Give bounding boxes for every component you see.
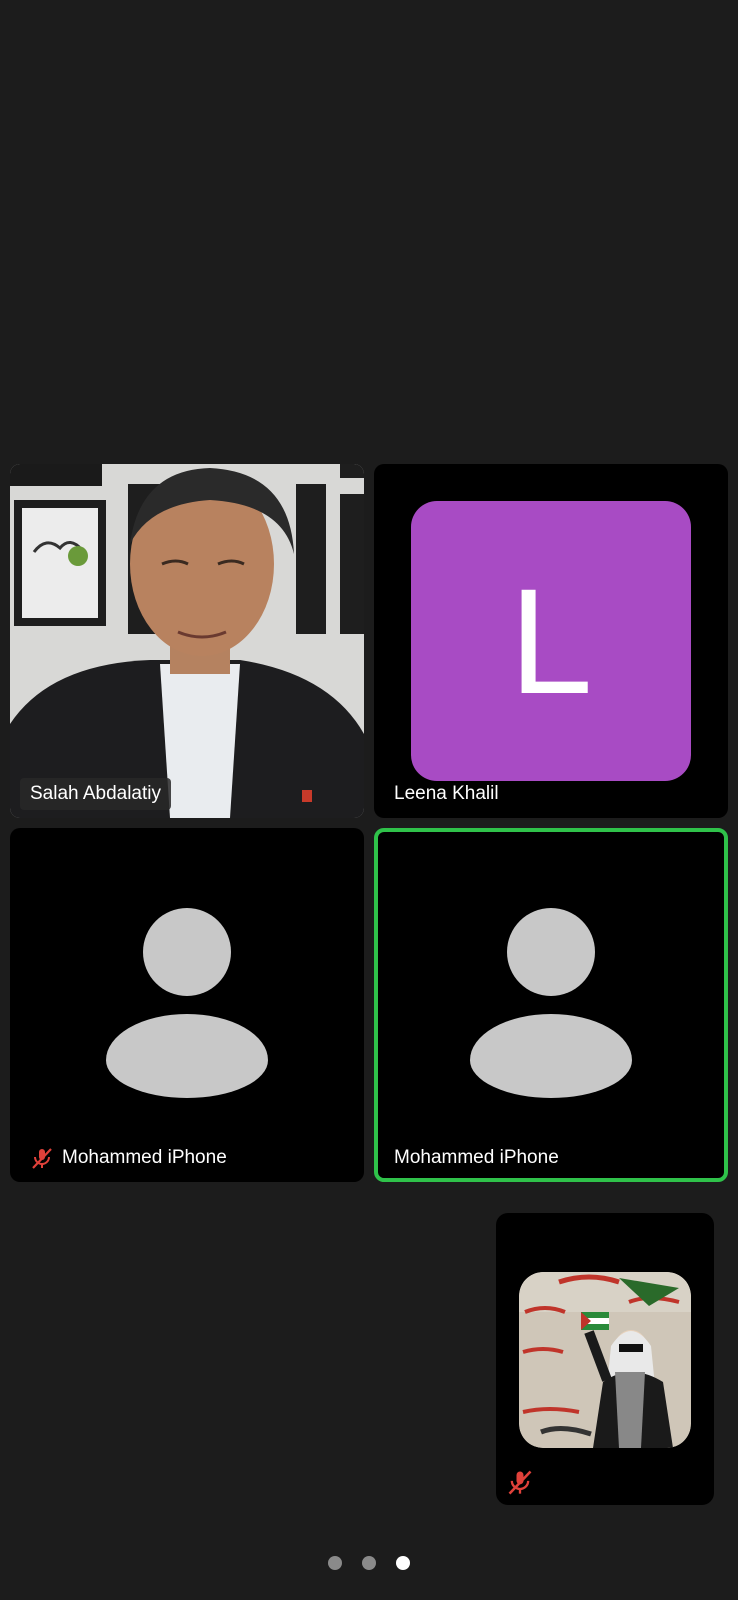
video-tile-salah[interactable]: Salah Abdalatiy: [10, 464, 364, 818]
video-tile-mohammed-muted[interactable]: Mohammed iPhone: [10, 828, 364, 1182]
default-avatar-body-icon: [106, 1014, 268, 1098]
self-profile-photo: [519, 1272, 691, 1448]
participant-video: [10, 464, 364, 818]
self-view-tile[interactable]: [496, 1213, 714, 1505]
participant-name: Leena Khalil: [394, 783, 499, 804]
participant-name-tag: Leena Khalil: [384, 778, 509, 810]
avatar-initial: L: [509, 557, 593, 725]
page-indicator[interactable]: [0, 1556, 738, 1570]
self-mic-muted-icon[interactable]: [506, 1468, 534, 1496]
video-tile-leena[interactable]: L Leena Khalil: [374, 464, 728, 818]
participant-name-tag: Mohammed iPhone: [20, 1142, 237, 1174]
page-dot-2[interactable]: [362, 1556, 376, 1570]
page-dot-3-current[interactable]: [396, 1556, 410, 1570]
participant-name: Salah Abdalatiy: [30, 783, 161, 804]
participant-name-tag: Mohammed iPhone: [384, 1142, 569, 1174]
participant-name-tag: Salah Abdalatiy: [20, 778, 171, 810]
default-avatar-head-icon: [143, 908, 231, 996]
participant-name: Mohammed iPhone: [62, 1147, 227, 1168]
default-avatar-body-icon: [470, 1014, 632, 1098]
mic-muted-icon: [32, 1148, 52, 1169]
page-dot-1[interactable]: [328, 1556, 342, 1570]
default-avatar-head-icon: [507, 908, 595, 996]
initial-avatar: L: [411, 501, 691, 781]
video-tile-mohammed-active[interactable]: Mohammed iPhone: [374, 828, 728, 1182]
participant-name: Mohammed iPhone: [394, 1147, 559, 1168]
